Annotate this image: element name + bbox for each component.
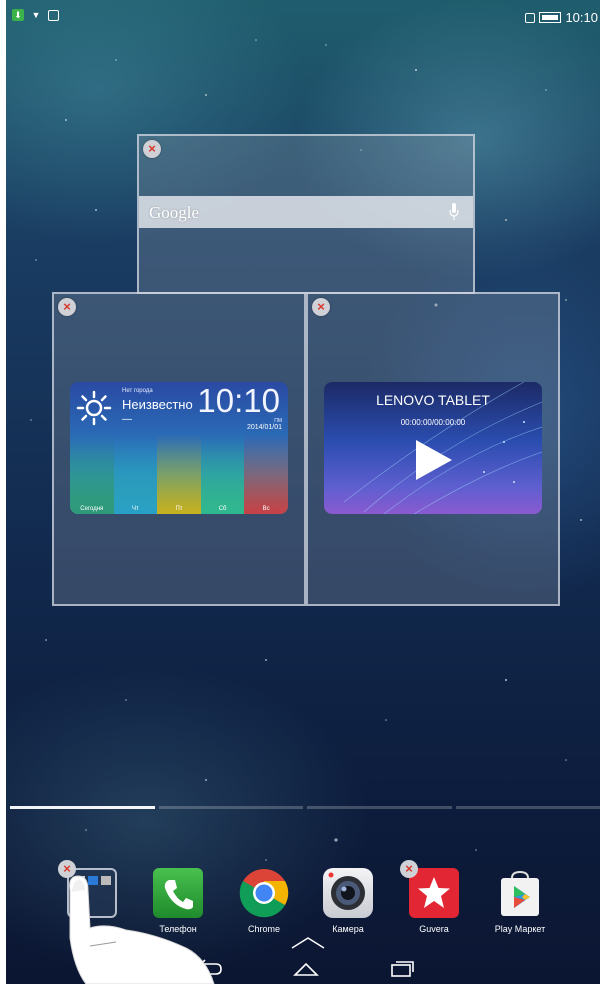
clock-time: 10:10 xyxy=(197,382,280,419)
forecast-day: Сб xyxy=(200,434,245,514)
page-indicator-segment xyxy=(455,806,600,809)
google-logo: Google xyxy=(149,203,200,222)
google-search-widget-frame[interactable]: × Google xyxy=(137,134,475,294)
app-drawer-chevron-up-icon[interactable] xyxy=(288,934,328,950)
dock-app-chrome[interactable]: Chrome xyxy=(234,868,294,934)
dock-app-play-store[interactable]: Play Маркет xyxy=(490,868,550,934)
battery-icon xyxy=(539,12,562,23)
home-icon[interactable] xyxy=(292,958,320,978)
touch-hand-overlay xyxy=(69,875,215,984)
page-indicator-segment xyxy=(307,806,452,809)
page-indicator xyxy=(10,806,600,809)
google-search-bar[interactable]: Google xyxy=(139,196,473,228)
video-widget-frame[interactable]: × LENOVO TABLET 00:00:00/00:00:00 xyxy=(306,292,560,606)
microphone-icon[interactable] xyxy=(449,203,459,221)
camera-icon[interactable] xyxy=(323,868,373,918)
forecast-day: Пт xyxy=(157,434,201,514)
video-time: 00:00:00/00:00:00 xyxy=(400,418,466,427)
clock-date: 2014/01/01 xyxy=(246,424,282,431)
forecast-day: Чт xyxy=(113,434,158,514)
play-store-icon[interactable] xyxy=(495,868,545,918)
status-time: 10:10 xyxy=(565,10,598,25)
dock-label: Chrome xyxy=(247,924,280,934)
dock-app-camera[interactable]: Камера xyxy=(318,868,378,934)
play-icon[interactable] xyxy=(414,438,454,482)
status-bar: ⬇ ▼ 10:10 xyxy=(6,0,600,30)
weather-city: Неизвестно xyxy=(122,397,193,412)
image-notification-icon xyxy=(48,9,59,21)
guvera-icon[interactable] xyxy=(409,868,459,918)
video-title: LENOVO TABLET xyxy=(376,392,490,408)
forecast-day: Сегодня xyxy=(70,434,114,514)
dock-app-guvera[interactable]: Guvera xyxy=(404,868,464,934)
home-screen: ⬇ ▼ 10:10 × Google × Сегодня Чт Пт Сб Вс… xyxy=(6,0,600,984)
remove-widget-close-icon[interactable]: × xyxy=(58,298,76,316)
chrome-icon[interactable] xyxy=(239,868,289,918)
download-notification-icon: ⬇ xyxy=(12,9,24,21)
dock-label: Play Маркет xyxy=(494,924,546,934)
dock-label: Камера xyxy=(332,924,364,934)
remove-app-close-icon[interactable]: × xyxy=(400,860,418,878)
weather-forecast-columns: Сегодня Чт Пт Сб Вс xyxy=(70,434,288,514)
video-player-widget[interactable]: LENOVO TABLET 00:00:00/00:00:00 xyxy=(324,382,542,514)
dock-label: Guvera xyxy=(419,924,449,934)
sim-icon xyxy=(525,12,536,23)
page-indicator-segment xyxy=(158,806,303,809)
recent-apps-icon[interactable] xyxy=(388,958,416,978)
remove-widget-close-icon[interactable]: × xyxy=(143,140,161,158)
sun-icon xyxy=(76,390,112,426)
weather-temperature: — xyxy=(122,414,132,425)
page-indicator-segment xyxy=(10,806,155,809)
weather-no-city-label: Нет города xyxy=(122,388,153,394)
usb-icon: ▼ xyxy=(31,10,41,20)
remove-widget-close-icon[interactable]: × xyxy=(312,298,330,316)
weather-clock-widget-frame[interactable]: × Сегодня Чт Пт Сб Вс Нет города Неизвес… xyxy=(52,292,306,606)
forecast-day: Вс xyxy=(244,434,288,514)
weather-clock-widget[interactable]: Сегодня Чт Пт Сб Вс Нет города Неизвестн… xyxy=(70,382,288,514)
